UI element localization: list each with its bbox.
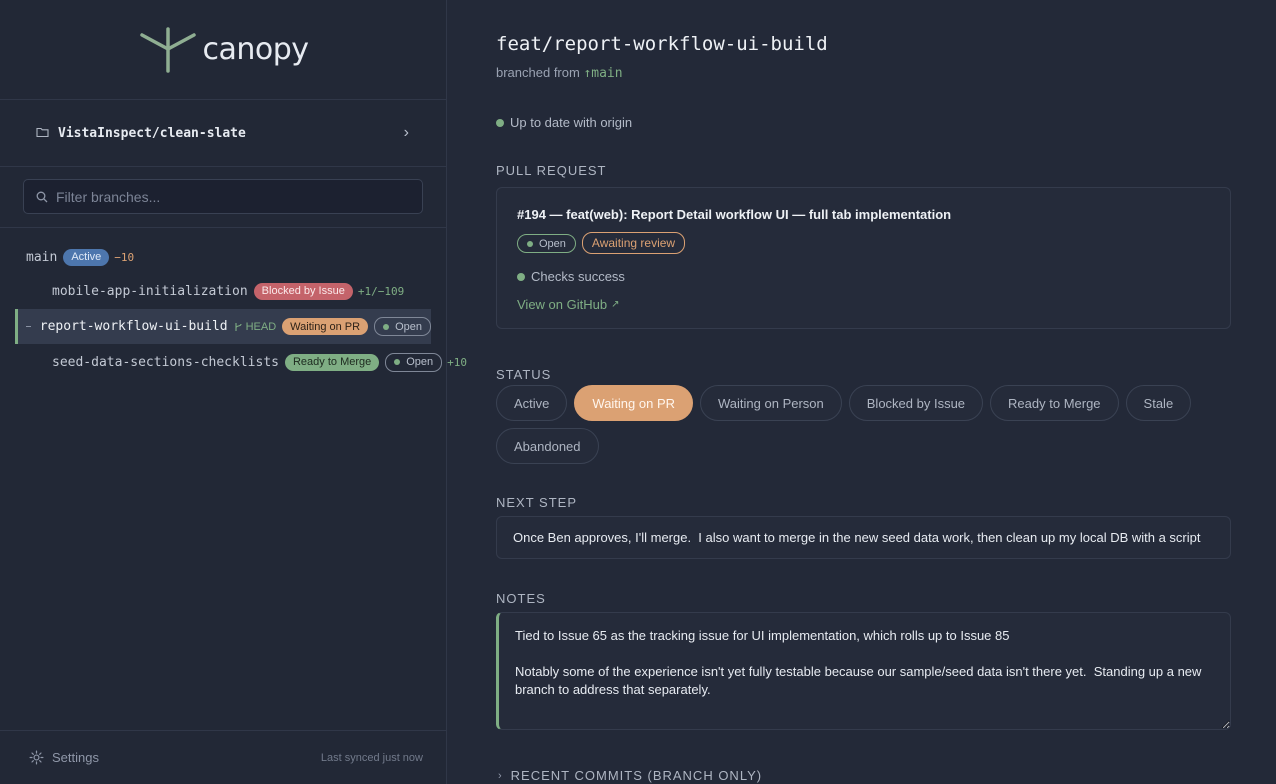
branch-detail: feat/report-workflow-ui-build branched f… [448,0,1276,784]
status-badge: Blocked by Issue [253,282,353,300]
notes-heading: NOTES [496,591,546,606]
status-option-waiting-on-pr[interactable]: Waiting on PR [574,385,694,421]
view-on-github-link[interactable]: View on GitHub ↗ [517,297,619,312]
pull-request-card: #194 — feat(web): Report Detail workflow… [496,187,1231,329]
status-option-ready-to-merge[interactable]: Ready to Merge [990,385,1119,421]
status-selector: Active Waiting on PR Waiting on Person B… [496,385,1231,471]
branch-item-seed-data-sections-checklists[interactable]: seed-data-sections-checklists Ready to M… [52,346,467,378]
settings-button[interactable]: Settings [52,750,99,765]
repo-name: VistaInspect/clean-slate [58,125,246,141]
status-option-abandoned[interactable]: Abandoned [496,428,599,464]
app-logo: canopy [0,0,447,100]
tree-connector [26,326,31,327]
branch-title: feat/report-workflow-ui-build [496,33,828,55]
status-badge: Ready to Merge [284,353,380,371]
branch-item-mobile-app-initialization[interactable]: mobile-app-initialization Blocked by Iss… [52,275,404,307]
branched-from: branched from ↑main [496,65,623,81]
pr-state-badge: Open [385,352,443,372]
status-option-stale[interactable]: Stale [1125,385,1192,421]
checks-status: Checks success [517,269,625,284]
status-option-active[interactable]: Active [496,385,568,421]
diff-stat: +1/−109 [357,284,405,298]
base-branch: ↑main [583,66,623,81]
recent-commits-toggle[interactable]: › RECENT COMMITS (BRANCH ONLY) [498,768,762,783]
pull-request-heading: PULL REQUEST [496,163,607,178]
branch-name: mobile-app-initialization [52,283,248,299]
app-name: canopy [202,32,309,67]
check-dot-icon [517,272,525,281]
next-step-heading: NEXT STEP [496,495,578,510]
status-badge: Active [63,248,110,266]
repo-selector[interactable]: VistaInspect/clean-slate › [0,100,447,167]
external-link-icon: ↗ [611,299,620,310]
branch-item-main[interactable]: main Active −10 [26,241,134,273]
pr-state-badge: Open [374,317,431,336]
folder-icon [36,126,50,140]
branch-name: report-workflow-ui-build [39,319,228,334]
search-icon [36,191,48,202]
git-branch-icon [235,322,242,331]
sidebar: canopy VistaInspect/clean-slate › main A… [0,0,467,784]
head-indicator: HEAD [234,321,276,333]
status-badge: Waiting on PR [282,318,369,335]
filter-area [0,167,447,228]
pr-open-badge: Open [517,234,576,253]
status-option-waiting-on-person[interactable]: Waiting on Person [700,385,842,421]
next-step-input[interactable] [496,516,1231,559]
sync-status: Up to date with origin [496,115,632,130]
gear-icon[interactable] [29,750,44,765]
chevron-right-icon: › [498,769,503,782]
filter-branches-input[interactable] [56,188,396,205]
pr-badges: Open Awaiting review [517,232,691,254]
status-dot-icon [496,118,504,127]
status-heading: STATUS [496,367,552,382]
branch-name: seed-data-sections-checklists [52,354,279,370]
status-option-blocked-by-issue[interactable]: Blocked by Issue [848,385,984,421]
chevron-right-icon: › [403,124,409,141]
pr-title: #194 — feat(web): Report Detail workflow… [517,207,952,222]
filter-box [23,179,423,214]
diff-stat: −10 [114,250,135,264]
review-badge: Awaiting review [581,232,686,254]
branch-item-report-workflow-ui-build[interactable]: report-workflow-ui-build HEAD Waiting on… [15,309,431,344]
last-synced-text: Last synced just now [320,751,423,764]
notes-textarea[interactable]: Tied to Issue 65 as the tracking issue f… [496,612,1231,730]
canopy-logo-icon [140,26,197,73]
sidebar-footer: Settings Last synced just now [0,730,447,784]
branch-name: main [26,249,58,265]
